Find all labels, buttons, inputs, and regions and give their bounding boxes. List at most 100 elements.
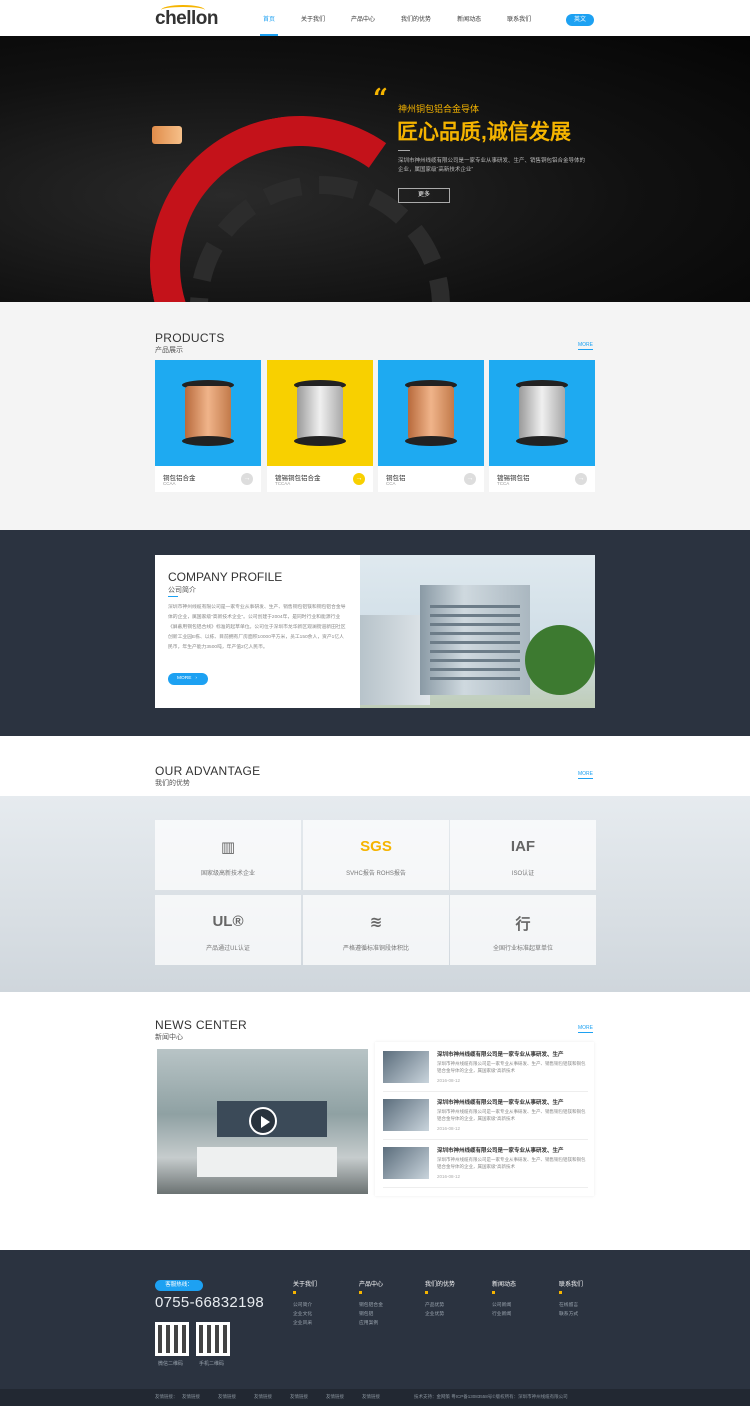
friend-link[interactable]: 友情链接 — [326, 1394, 344, 1400]
news-item[interactable]: 深圳市神州线缆有限公司是一家专业从事研发、生产 深圳市神州线缆有限公司是一家专业从… — [383, 1047, 588, 1092]
arrow-right-icon[interactable]: → — [575, 473, 587, 485]
wechat-qr-code — [155, 1322, 189, 1356]
logo[interactable]: chellon — [155, 5, 219, 30]
nav-products[interactable]: 产品中心 — [338, 0, 388, 36]
wire-spool-icon — [182, 380, 234, 446]
advantage-label: 国家级高新技术企业 — [200, 871, 255, 877]
footer-link[interactable]: 铜包铝合金 — [359, 1301, 383, 1310]
friend-link[interactable]: 友情链接 — [254, 1394, 272, 1400]
hang-icon: 行 — [515, 916, 531, 933]
advantage-item: UL® 产品通过UL认证 — [155, 895, 301, 965]
news-thumbnail[interactable] — [383, 1051, 429, 1083]
company-description: 深圳市神州线缆有限公司是一家专业从事研发、生产、销售铜包铝镁和铜包铝合金导体的企… — [168, 605, 346, 650]
footer-link[interactable]: 公司简介 — [293, 1301, 317, 1310]
friend-link[interactable]: 友情链接 — [290, 1394, 308, 1400]
news-item-date: 2016-08-12 — [437, 1174, 461, 1179]
footer-column-title[interactable]: 联系我们 — [559, 1279, 583, 1288]
advantage-item: 行全国行业标准起草单位 — [450, 895, 596, 965]
nav-contact[interactable]: 联系我们 — [494, 0, 544, 36]
advantage-section: OUR ADVANTAGE 我们的优势 MORE ▥ 国家级高新技术企业 SGS SV… — [0, 736, 750, 992]
footer-column: 关于我们公司简介 企业文化 企业风采 — [293, 1279, 317, 1328]
company-divider — [168, 596, 178, 597]
sgs-icon: SGS — [360, 838, 392, 855]
ul-icon: UL® — [212, 913, 244, 930]
advantage-item: IAF ISO认证 — [450, 820, 596, 890]
footer-link[interactable]: 产品优势 — [425, 1301, 455, 1310]
news-item-title[interactable]: 深圳市神州线缆有限公司是一家专业从事研发、生产 — [437, 1098, 564, 1106]
footer-link[interactable]: 联系方式 — [559, 1310, 583, 1319]
friend-link[interactable]: 友情链接 — [182, 1394, 200, 1400]
news-thumbnail[interactable] — [383, 1147, 429, 1179]
products-title: PRODUCTS — [155, 331, 225, 345]
product-image[interactable] — [489, 360, 595, 466]
company-subtitle: 公司简介 — [168, 587, 196, 594]
friend-link[interactable]: 友情链接 — [362, 1394, 380, 1400]
footer-column-title[interactable]: 新闻动态 — [492, 1279, 516, 1288]
nav-about[interactable]: 关于我们 — [288, 0, 338, 36]
product-card[interactable]: 铜包铝合金 CCAA → — [155, 360, 261, 492]
news-video[interactable] — [157, 1049, 368, 1194]
chevron-right-icon: › — [195, 676, 198, 681]
iaf-icon: IAF — [510, 838, 536, 855]
news-subtitle: 新闻中心 — [155, 1034, 183, 1041]
wechat-qr-label: 微信二维码 — [158, 1361, 184, 1367]
nav-news[interactable]: 新闻动态 — [444, 0, 494, 36]
products-section: PRODUCTS 产品展示 MORE 铜包铝合金 CCAA → 镀锡铜包铝合金 TCCA… — [0, 302, 750, 530]
company-section: COMPANY PROFILE 公司简介 深圳市神州线缆有限公司是一家专业从事研… — [0, 530, 750, 736]
footer-link[interactable]: 行业新闻 — [492, 1310, 516, 1319]
product-image[interactable] — [155, 360, 261, 466]
arrow-right-icon[interactable]: → — [241, 473, 253, 485]
company-profile-card: COMPANY PROFILE 公司简介 深圳市神州线缆有限公司是一家专业从事研… — [155, 555, 595, 708]
language-button[interactable]: 英文 — [566, 14, 594, 26]
product-card[interactable]: 镀锡铜包铝合金 TCCAA → — [267, 360, 373, 492]
products-more-link[interactable]: MORE — [578, 342, 593, 350]
footer-link[interactable]: 企业风采 — [293, 1319, 317, 1328]
news-item[interactable]: 深圳市神州线缆有限公司是一家专业从事研发、生产 深圳市神州线缆有限公司是一家专业从… — [383, 1143, 588, 1188]
footer-column-title[interactable]: 我们的优势 — [425, 1279, 455, 1288]
company-more-button[interactable]: MORE › — [168, 673, 208, 685]
mobile-qr-code — [196, 1322, 230, 1356]
advantage-subtitle: 我们的优势 — [155, 780, 190, 787]
hero-more-button[interactable]: 更多 — [398, 188, 450, 203]
product-card[interactable]: 铜包铝 CCA → — [378, 360, 484, 492]
hotline-phone: 0755-66832198 — [155, 1294, 265, 1311]
nav-advantage[interactable]: 我们的优势 — [388, 0, 444, 36]
news-more-link[interactable]: MORE — [578, 1025, 593, 1033]
advantage-label: 全国行业标准起草单位 — [492, 946, 553, 952]
hero-divider — [398, 150, 410, 151]
arrow-right-icon[interactable]: → — [353, 473, 365, 485]
advantage-label: 严格遵循标准铜段体积比 — [342, 946, 409, 952]
footer-link[interactable]: 公司新闻 — [492, 1301, 516, 1310]
play-icon[interactable] — [249, 1107, 277, 1135]
wire-spool-icon — [294, 380, 346, 446]
footer-link[interactable]: 企业文化 — [293, 1310, 317, 1319]
footer-column-title[interactable]: 关于我们 — [293, 1279, 317, 1288]
news-item[interactable]: 深圳市神州线缆有限公司是一家专业从事研发、生产 深圳市神州线缆有限公司是一家专业从… — [383, 1095, 588, 1140]
footer-link[interactable]: 在线留言 — [559, 1301, 583, 1310]
news-item-title[interactable]: 深圳市神州线缆有限公司是一家专业从事研发、生产 — [437, 1050, 564, 1058]
wire-spool-icon — [405, 380, 457, 446]
news-item-title[interactable]: 深圳市神州线缆有限公司是一家专业从事研发、生产 — [437, 1146, 564, 1154]
product-code: CCAA — [163, 481, 176, 486]
product-image[interactable] — [378, 360, 484, 466]
footer-column: 联系我们在线留言 联系方式 — [559, 1279, 583, 1319]
footer-link[interactable]: 应用案例 — [359, 1319, 383, 1328]
page: chellon 首页 关于我们 产品中心 我们的优势 新闻动态 联系我们 英文 … — [0, 0, 750, 1406]
footer-column-title[interactable]: 产品中心 — [359, 1279, 383, 1288]
nav-home[interactable]: 首页 — [250, 0, 288, 36]
header: chellon 首页 关于我们 产品中心 我们的优势 新闻动态 联系我们 英文 — [0, 0, 750, 36]
advantage-more-link[interactable]: MORE — [578, 771, 593, 779]
friend-link[interactable]: 友情链接 — [218, 1394, 236, 1400]
product-image[interactable] — [267, 360, 373, 466]
product-code: TCCAA — [275, 481, 291, 486]
news-thumbnail[interactable] — [383, 1099, 429, 1131]
footer-link[interactable]: 企业优势 — [425, 1310, 455, 1319]
arrow-right-icon[interactable]: → — [464, 473, 476, 485]
hero-title: 匠心品质,诚信发展 — [397, 121, 571, 144]
hero-banner: “ 神州铜包铝合金导体 匠心品质,诚信发展 深圳市神州线缆有限公司是一家专业从事… — [0, 36, 750, 302]
footer-column: 新闻动态公司新闻 行业新闻 — [492, 1279, 516, 1319]
footer-link[interactable]: 铜包铝 — [359, 1310, 383, 1319]
product-card[interactable]: 镀锡铜包铝 TCCA → — [489, 360, 595, 492]
news-section: NEWS CENTER 新闻中心 MORE 深圳市神州线缆有限公司是一家专业从事… — [0, 992, 750, 1250]
advantage-label: ISO认证 — [511, 871, 535, 877]
